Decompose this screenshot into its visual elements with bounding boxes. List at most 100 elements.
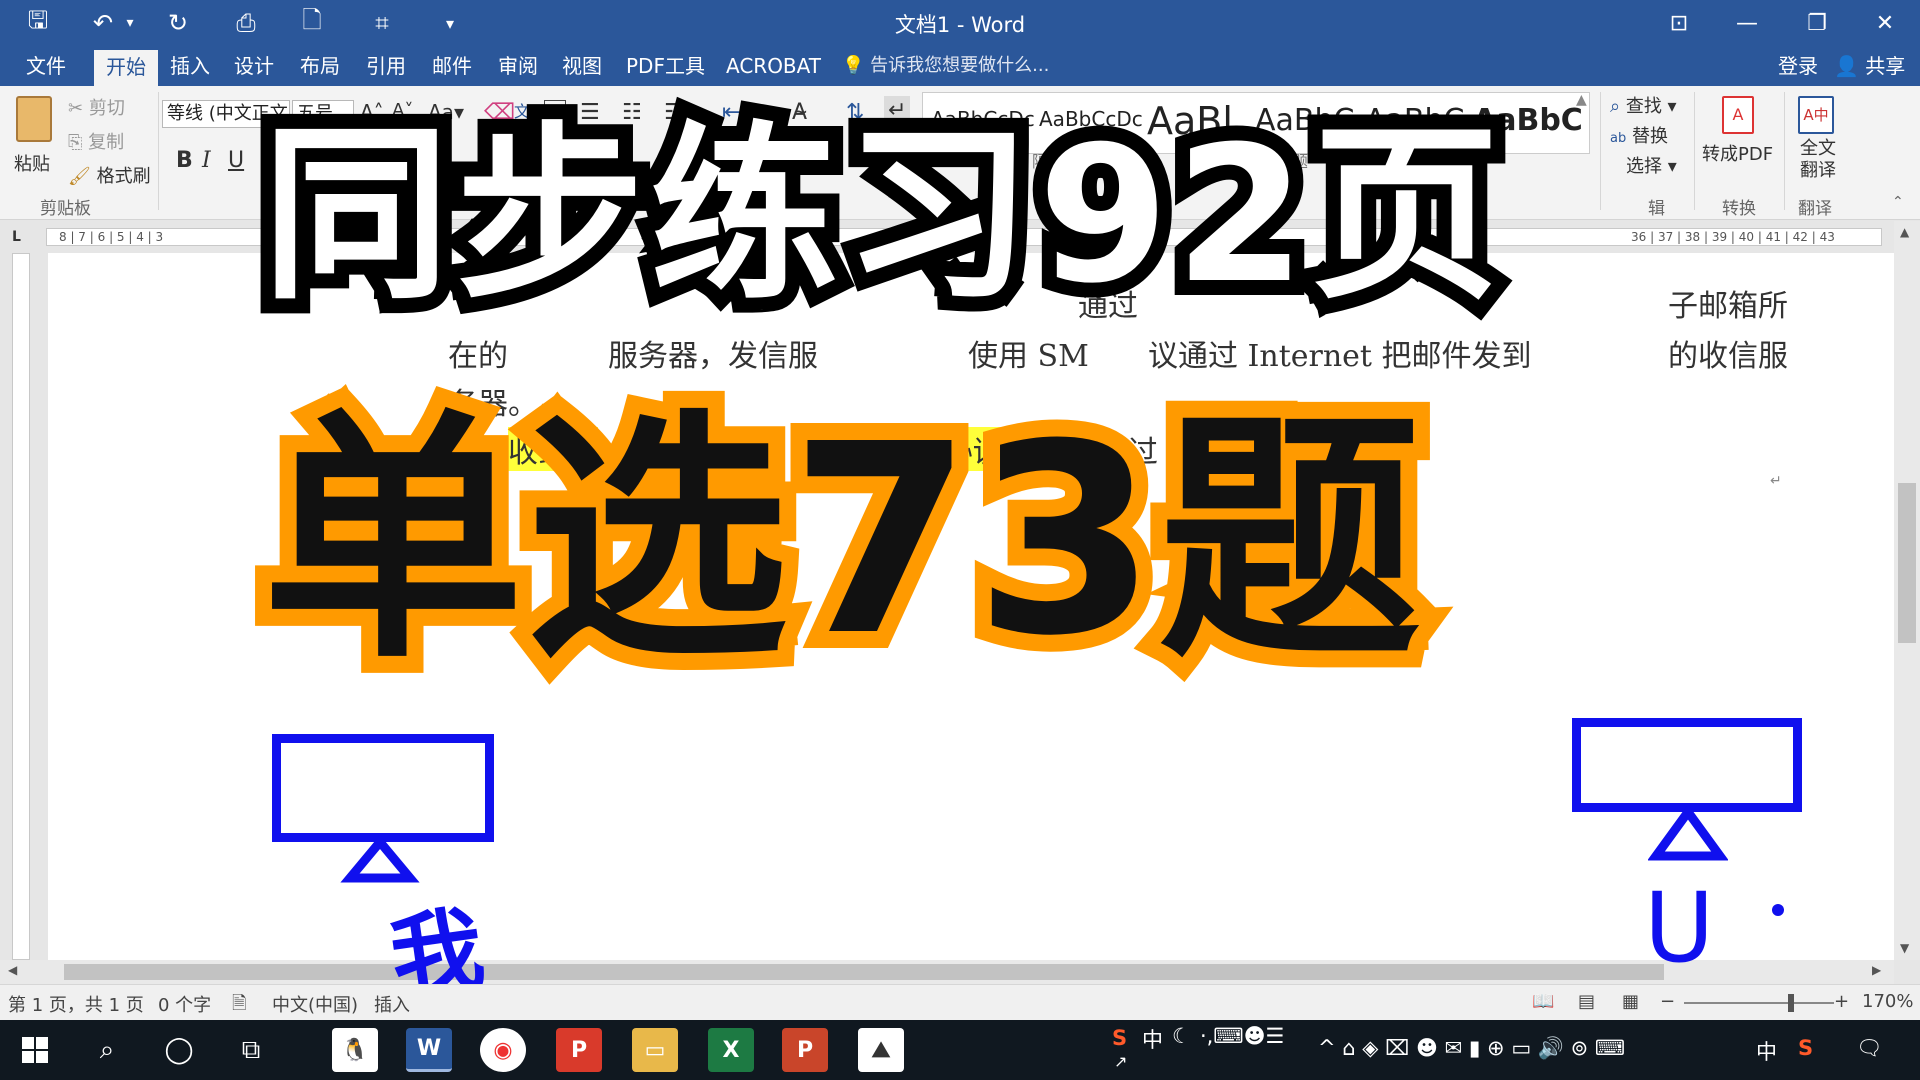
- tab-design[interactable]: 设计: [222, 46, 286, 86]
- zoom-in-icon[interactable]: +: [1834, 991, 1849, 1012]
- tell-me-text: 告诉我您想要做什么...: [870, 55, 1050, 76]
- cut-button[interactable]: ✂ 剪切: [68, 94, 125, 120]
- search-icon[interactable]: ⌕: [84, 1028, 130, 1072]
- language-indicator[interactable]: 中文(中国): [272, 991, 358, 1017]
- underline-button[interactable]: U: [228, 148, 244, 173]
- ime-language-toggle[interactable]: 中: [1142, 1024, 1163, 1054]
- print-layout-icon[interactable]: ▤: [1578, 991, 1595, 1012]
- tab-home[interactable]: 开始: [94, 50, 158, 86]
- tab-file[interactable]: 文件: [14, 46, 78, 86]
- format-painter-button[interactable]: 🖌 格式刷: [68, 162, 151, 188]
- cortana-icon[interactable]: ◯: [156, 1028, 202, 1072]
- vertical-ruler: [4, 253, 38, 960]
- scroll-left-icon[interactable]: ◀: [8, 963, 17, 977]
- window-title: 文档1 - Word: [894, 13, 1026, 37]
- taskbar: ⌕ ◯ ⧉ 🐧 W ◉ P ▭ X P ⛰ S 中 ☾ ·,⌨☻☰ ↗ ^ ⌂ …: [0, 1020, 1920, 1080]
- input-language-indicator[interactable]: 中: [1756, 1036, 1777, 1066]
- proofing-icon[interactable]: 🗎: [232, 991, 246, 1021]
- sogou-tray-icon[interactable]: S: [1798, 1036, 1813, 1060]
- tab-selector-icon[interactable]: L: [12, 229, 21, 245]
- doc-text-fragment: 在的: [448, 339, 508, 374]
- tab-insert[interactable]: 插入: [158, 46, 222, 86]
- doc-text-fragment: 的收信服: [1668, 339, 1788, 374]
- ime-toolbar-icons[interactable]: ·,⌨☻☰: [1200, 1024, 1284, 1048]
- login-link[interactable]: 登录: [1766, 46, 1830, 86]
- ribbon-tabs: 文件 开始 插入 设计 布局 引用 邮件 审阅 视图 PDF工具 ACROBAT…: [0, 46, 1920, 86]
- collapse-ribbon-icon[interactable]: ⌃: [1892, 194, 1904, 210]
- word-app-icon[interactable]: W: [406, 1028, 452, 1072]
- powerpoint-app-icon[interactable]: P: [782, 1028, 828, 1072]
- ribbon-display-options-icon[interactable]: ⊡: [1644, 0, 1714, 46]
- separator: [1784, 92, 1785, 210]
- italic-button[interactable]: I: [202, 148, 211, 173]
- page-count[interactable]: 第 1 页，共 1 页: [8, 991, 144, 1017]
- windows-start-icon[interactable]: [12, 1028, 58, 1072]
- vertical-scroll-thumb[interactable]: [1898, 483, 1916, 643]
- zoom-out-icon[interactable]: −: [1660, 991, 1675, 1012]
- sogou-ime-icon[interactable]: S: [1112, 1026, 1127, 1050]
- web-layout-icon[interactable]: ▦: [1622, 991, 1639, 1012]
- bold-button[interactable]: B: [176, 148, 193, 173]
- find-button[interactable]: ⌕ 查找 ▾: [1610, 92, 1677, 118]
- vertical-scrollbar[interactable]: ▲ ▼: [1894, 221, 1920, 960]
- task-view-icon[interactable]: ⧉: [228, 1028, 274, 1072]
- file-explorer-icon[interactable]: ▭: [632, 1028, 678, 1072]
- separator: [158, 92, 159, 210]
- scroll-up-icon[interactable]: ▲: [1900, 225, 1909, 239]
- scissors-icon: ✂: [68, 98, 84, 119]
- replace-button[interactable]: ab 替换: [1610, 122, 1668, 148]
- doc-text-fragment: 议通过 Internet 把邮件发到: [1148, 339, 1532, 374]
- read-mode-icon[interactable]: 📖: [1532, 991, 1554, 1012]
- pdf-convert-icon: A: [1722, 96, 1754, 134]
- full-text-translate-button[interactable]: A中 全文翻译: [1792, 94, 1842, 190]
- left-monitor-stand-icon: [340, 836, 420, 883]
- status-bar: 第 1 页，共 1 页 0 个字 🗎 中文(中国) 插入 📖 ▤ ▦ − + 1…: [0, 984, 1920, 1020]
- right-handwritten-caption: U: [1644, 872, 1715, 984]
- excel-app-icon[interactable]: X: [708, 1028, 754, 1072]
- share-button[interactable]: 👤 共享: [1822, 46, 1917, 86]
- clipboard-icon: [16, 96, 52, 142]
- translate-icon: A中: [1798, 96, 1834, 134]
- convert-to-pdf-button[interactable]: A 转成PDF: [1700, 94, 1782, 190]
- scroll-right-icon[interactable]: ▶: [1872, 963, 1881, 977]
- tab-pdf-tools[interactable]: PDF工具: [614, 46, 717, 86]
- horizontal-scroll-thumb[interactable]: [64, 964, 1664, 980]
- ime-expand-icon[interactable]: ↗: [1114, 1052, 1127, 1071]
- pdf-app-icon[interactable]: P: [556, 1028, 602, 1072]
- tab-view[interactable]: 视图: [550, 46, 614, 86]
- clipboard-group-label: 剪贴板: [40, 199, 91, 219]
- notification-icon[interactable]: 🗨: [1856, 1036, 1883, 1061]
- scroll-down-icon[interactable]: ▼: [1900, 941, 1909, 955]
- restore-icon[interactable]: ❐: [1782, 0, 1852, 46]
- select-button[interactable]: 选择 ▾: [1626, 152, 1677, 178]
- minimize-icon[interactable]: —: [1712, 0, 1782, 46]
- subheadline-overlay: 单选73题: [245, 388, 1438, 693]
- paste-button[interactable]: 粘贴: [10, 94, 62, 190]
- system-tray-icons[interactable]: ^ ⌂ ◈ ⌧ ☻ ✉ ▮ ⊕ ▭ 🔊 ⊚ ⌨: [1318, 1036, 1625, 1061]
- insert-mode-indicator[interactable]: 插入: [374, 991, 410, 1017]
- copy-button[interactable]: ⎘ 复制: [68, 128, 124, 154]
- qq-app-icon[interactable]: 🐧: [332, 1028, 378, 1072]
- tab-layout[interactable]: 布局: [288, 46, 352, 86]
- right-monitor-drawing: [1572, 718, 1802, 812]
- zoom-slider-track[interactable]: [1684, 994, 1834, 1012]
- zoom-level[interactable]: 170%: [1862, 991, 1913, 1012]
- zoom-slider-thumb[interactable]: [1788, 994, 1794, 1012]
- close-icon[interactable]: ✕: [1850, 0, 1920, 46]
- tab-acrobat[interactable]: ACROBAT: [714, 46, 833, 86]
- tab-mailings[interactable]: 邮件: [420, 46, 484, 86]
- tell-me-search[interactable]: 💡 告诉我您想要做什么...: [842, 46, 1049, 86]
- copy-label: 复制: [88, 132, 125, 153]
- word-count[interactable]: 0 个字: [158, 991, 211, 1017]
- person-icon: 👤: [1834, 54, 1859, 78]
- ruler-right-numbers: 36 | 37 | 38 | 39 | 40 | 41 | 42 | 43: [1631, 230, 1835, 244]
- tab-references[interactable]: 引用: [354, 46, 418, 86]
- photos-app-icon[interactable]: ⛰: [858, 1028, 904, 1072]
- convert-to-pdf-label: 转成PDF: [1702, 144, 1774, 165]
- horizontal-scrollbar[interactable]: ◀ ▶: [0, 960, 1894, 984]
- doc-text-fragment: 使用 SM: [968, 339, 1089, 374]
- ime-moon-icon[interactable]: ☾: [1172, 1024, 1191, 1048]
- chrome-app-icon[interactable]: ◉: [480, 1028, 526, 1072]
- tab-review[interactable]: 审阅: [486, 46, 550, 86]
- styles-scroll-up-icon[interactable]: ▲: [1576, 92, 1587, 108]
